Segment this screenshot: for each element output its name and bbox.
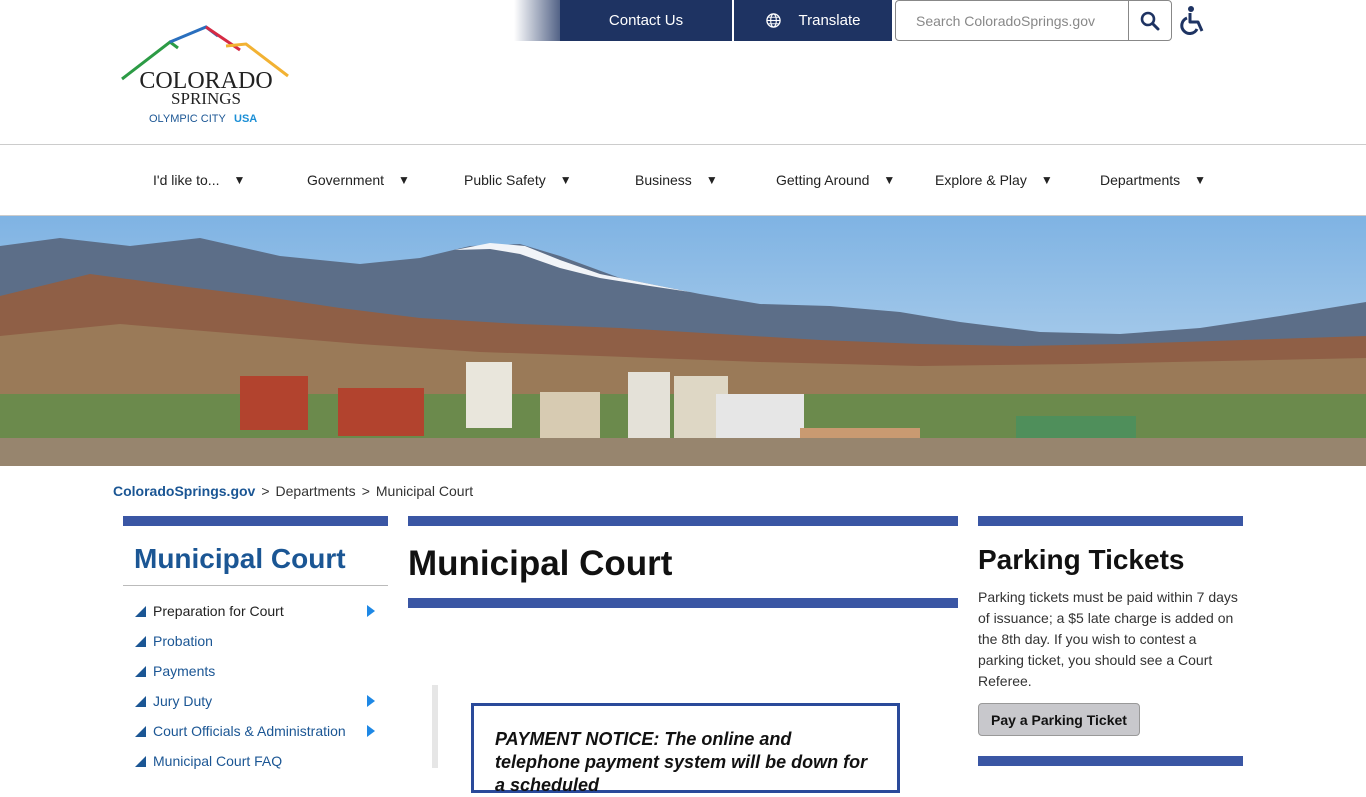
chevron-right-icon[interactable]: [367, 605, 375, 617]
pay-parking-ticket-label: Pay a Parking Ticket: [991, 711, 1127, 728]
logo-usa-text: USA: [234, 113, 257, 125]
payment-notice-box: PAYMENT NOTICE: The online and telephone…: [471, 703, 900, 795]
translate-label: Translate: [798, 12, 861, 29]
triangle-bullet-icon: [135, 725, 146, 737]
nav-item-label: I'd like to...: [153, 172, 220, 188]
main-accent-bar-top: [408, 516, 958, 526]
right-accent-bar-2: [978, 756, 1243, 766]
globe-icon: [765, 13, 781, 28]
sidebar-item-label: Payments: [153, 663, 216, 679]
parking-tickets-text: Parking tickets must be paid within 7 da…: [978, 589, 1238, 689]
breadcrumb-current: Municipal Court: [375, 483, 474, 499]
nav-item-label: Getting Around: [776, 172, 870, 188]
triangle-bullet-icon: [135, 695, 146, 707]
search-input[interactable]: [895, 0, 1129, 41]
right-accent-bar: [978, 516, 1243, 526]
nav-item-departments[interactable]: Departments ▼: [1100, 145, 1206, 215]
contact-us-button[interactable]: Contact Us: [560, 0, 732, 41]
main-accent-bar-bottom: [408, 598, 958, 608]
main-navigation: I'd like to... ▼ Government ▼ Public Safet…: [0, 144, 1366, 216]
breadcrumb-home-link[interactable]: ColoradoSprings.gov: [113, 483, 255, 499]
breadcrumb-separator: >: [361, 483, 370, 499]
accessibility-icon[interactable]: [1178, 5, 1208, 35]
sidebar-item-probation[interactable]: Probation: [135, 631, 385, 651]
chevron-down-icon: ▼: [883, 173, 896, 187]
chevron-right-icon[interactable]: [367, 725, 375, 737]
nav-item-getting-around[interactable]: Getting Around ▼: [776, 145, 895, 215]
sidebar-title[interactable]: Municipal Court: [134, 543, 346, 575]
nav-item-public-safety[interactable]: Public Safety ▼: [464, 145, 572, 215]
nav-item-explore-play[interactable]: Explore & Play ▼: [935, 145, 1053, 215]
triangle-bullet-icon: [135, 605, 146, 617]
parking-tickets-title: Parking Tickets: [978, 544, 1185, 575]
search-icon: [1140, 11, 1160, 30]
chevron-down-icon: ▼: [1040, 173, 1053, 187]
nav-item-label: Explore & Play: [935, 172, 1027, 188]
translate-button[interactable]: Translate: [734, 0, 892, 41]
sidebar-accent-bar: [123, 516, 388, 526]
nav-item-label: Departments: [1100, 172, 1181, 188]
sidebar-item-label: Jury Duty: [153, 693, 213, 709]
colorado-springs-logo[interactable]: COLORADO SPRINGS OLYMPIC CITY USA: [118, 24, 294, 128]
triangle-bullet-icon: [135, 635, 146, 647]
search-button[interactable]: [1128, 0, 1172, 41]
logo-tagline-text: OLYMPIC CITY: [149, 113, 226, 125]
nav-item-business[interactable]: Business ▼: [635, 145, 718, 215]
sidebar-item-label: Court Officials & Administration: [153, 723, 346, 739]
breadcrumb-departments-link[interactable]: Departments: [276, 483, 356, 499]
chevron-down-icon: ▼: [233, 173, 246, 187]
nav-item-label: Government: [307, 172, 385, 188]
nav-item-government[interactable]: Government ▼: [307, 145, 410, 215]
sidebar-item-label: Preparation for Court: [153, 603, 284, 619]
sidebar-item-label: Municipal Court FAQ: [153, 753, 283, 769]
sidebar-item-court-officials[interactable]: Court Officials & Administration: [135, 721, 385, 741]
chevron-down-icon: ▼: [398, 173, 410, 187]
hero-city-mountain-image: [0, 216, 1366, 466]
content-quote-line: [432, 685, 438, 768]
chevron-right-icon[interactable]: [367, 695, 375, 707]
sidebar-item-label: Probation: [153, 633, 213, 649]
nav-item-label: Public Safety: [464, 172, 546, 188]
triangle-bullet-icon: [135, 755, 146, 767]
sidebar-item-payments[interactable]: Payments: [135, 661, 385, 681]
pay-parking-ticket-button[interactable]: Pay a Parking Ticket: [978, 703, 1140, 736]
chevron-down-icon: ▼: [559, 173, 572, 187]
sidebar-divider: [123, 585, 388, 586]
chevron-down-icon: ▼: [1194, 173, 1207, 187]
breadcrumb: ColoradoSprings.gov > Departments > Municipa…: [113, 483, 473, 499]
payment-notice-text: PAYMENT NOTICE: The online and telephone…: [495, 729, 868, 795]
triangle-bullet-icon: [135, 665, 146, 677]
breadcrumb-separator: >: [261, 483, 270, 499]
contact-us-label: Contact Us: [608, 12, 684, 29]
nav-item-label: Business: [635, 172, 692, 188]
sidebar-item-preparation-for-court[interactable]: Preparation for Court: [135, 601, 385, 621]
logo-springs-text: SPRINGS: [171, 89, 241, 108]
chevron-down-icon: ▼: [705, 173, 718, 187]
sidebar-item-jury-duty[interactable]: Jury Duty: [135, 691, 385, 711]
sidebar-item-municipal-court-faq[interactable]: Municipal Court FAQ: [135, 751, 385, 771]
nav-item-id-like-to[interactable]: I'd like to... ▼: [153, 145, 245, 215]
page-title: Municipal Court: [408, 544, 673, 583]
